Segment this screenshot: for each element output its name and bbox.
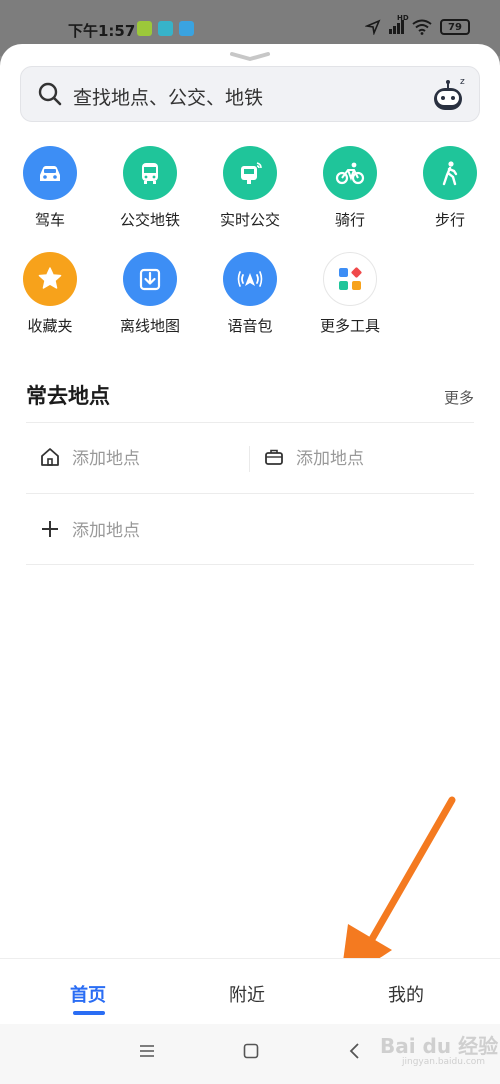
add-work-label: 添加地点 [296, 449, 364, 469]
add-place[interactable]: 添加地点 [40, 516, 140, 541]
tool-cycling[interactable]: 骑行 [300, 146, 400, 230]
search-input[interactable]: 查找地点、公交、地铁 [73, 83, 263, 110]
bus-icon [142, 163, 158, 184]
bottom-tab-bar: 首页 附近 我的 [0, 958, 500, 1025]
vertical-separator [249, 446, 250, 472]
watermark: Bai du 经验 [380, 1034, 499, 1058]
tab-nearby[interactable]: 附近 [229, 981, 265, 1007]
signal-icon: HD [389, 14, 409, 34]
tool-realtime-bus[interactable]: 实时公交 [200, 146, 300, 230]
tab-home[interactable]: 首页 [70, 981, 106, 1007]
tool-more-tools[interactable]: 更多工具 [300, 252, 400, 336]
more-tools-icon [339, 267, 362, 290]
watermark-url: jingyan.baidu.com [402, 1057, 486, 1067]
home-button-icon[interactable] [242, 1042, 260, 1060]
tool-label: 驾车 [34, 211, 65, 229]
add-place-label: 添加地点 [72, 521, 140, 541]
notification-location-icon [158, 21, 173, 36]
status-time: 下午1:57 [68, 22, 136, 40]
divider [26, 564, 474, 565]
tool-offline-map[interactable]: 离线地图 [100, 252, 200, 336]
back-icon[interactable] [346, 1042, 364, 1060]
realtime-bus-icon [241, 162, 262, 184]
car-icon [40, 166, 60, 181]
search-bar[interactable]: 查找地点、公交、地铁 z [20, 66, 480, 122]
add-work-place[interactable]: 添加地点 [264, 444, 364, 469]
add-home-place[interactable]: 添加地点 [40, 444, 140, 469]
tool-label: 更多工具 [319, 317, 380, 335]
add-home-label: 添加地点 [72, 449, 140, 469]
walk-icon [442, 161, 458, 186]
divider [26, 422, 474, 423]
assistant-robot-icon[interactable]: z [429, 73, 471, 117]
svg-text:z: z [460, 77, 465, 87]
battery-indicator: 79 [440, 19, 470, 35]
status-app-icons [137, 21, 194, 36]
active-tab-indicator [73, 1011, 105, 1015]
briefcase-icon [265, 449, 283, 465]
tool-label: 骑行 [334, 211, 365, 229]
notification-send-icon [179, 21, 194, 36]
tool-label: 实时公交 [219, 211, 280, 229]
voice-icon [237, 271, 263, 287]
tool-label: 公交地铁 [119, 211, 180, 229]
sheet-handle-chevron-icon[interactable] [226, 50, 274, 64]
bicycle-icon [335, 162, 365, 185]
tool-drive[interactable]: 驾车 [0, 146, 100, 230]
home-icon [41, 447, 59, 466]
frequent-places-more-link[interactable]: 更多 [444, 387, 474, 408]
divider [26, 493, 474, 494]
download-icon [139, 268, 161, 291]
tool-favorites[interactable]: 收藏夹 [0, 252, 100, 336]
wifi-icon [412, 19, 432, 35]
tool-label: 步行 [434, 211, 465, 229]
star-icon [38, 267, 62, 289]
tool-walking[interactable]: 步行 [400, 146, 500, 230]
plus-icon [42, 520, 58, 537]
tool-label: 收藏夹 [27, 317, 73, 335]
frequent-places-title: 常去地点 [26, 384, 110, 408]
tool-label: 语音包 [227, 317, 273, 335]
tab-mine[interactable]: 我的 [388, 981, 424, 1007]
network-type: HD [397, 14, 409, 22]
notification-app-icon [137, 21, 152, 36]
tool-voice-pack[interactable]: 语音包 [200, 252, 300, 336]
search-icon [38, 82, 62, 106]
tool-bus-metro[interactable]: 公交地铁 [100, 146, 200, 230]
location-arrow-icon [365, 19, 381, 35]
menu-icon[interactable] [138, 1042, 156, 1060]
status-right: HD 79 [365, 14, 470, 35]
tool-label: 离线地图 [119, 317, 180, 335]
